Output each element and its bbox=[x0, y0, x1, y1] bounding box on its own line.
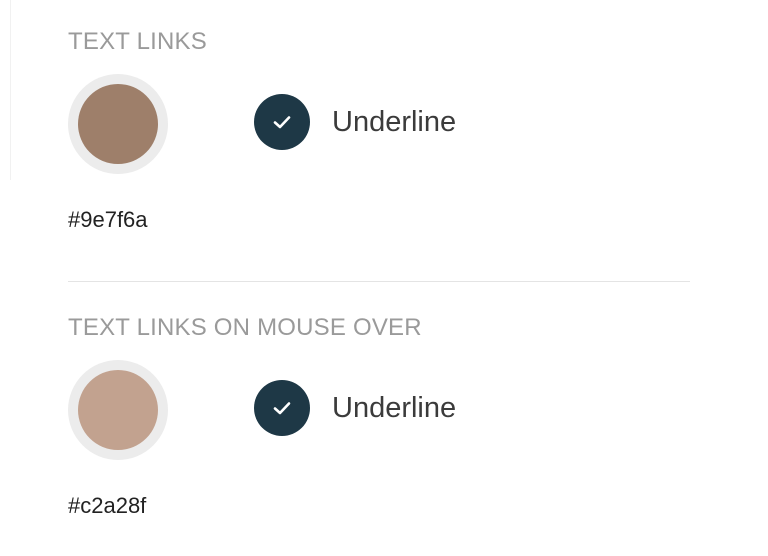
text-links-hover-color-swatch[interactable] bbox=[68, 360, 168, 460]
text-links-hover-title: TEXT LINKS ON MOUSE OVER bbox=[68, 314, 422, 341]
text-links-color-fill bbox=[78, 84, 158, 164]
text-links-hover-underline-checkbox[interactable] bbox=[254, 380, 310, 436]
text-links-hover-hex-value: #c2a28f bbox=[68, 493, 147, 518]
panel-edge bbox=[0, 0, 11, 180]
text-links-underline-checkbox[interactable] bbox=[254, 94, 310, 150]
link-style-settings: TEXT LINKS Underline #9e7f6a TEXT LINKS … bbox=[0, 0, 768, 556]
text-links-title: TEXT LINKS bbox=[68, 28, 207, 55]
checkmark-icon bbox=[273, 116, 291, 129]
text-links-underline-label[interactable]: Underline bbox=[332, 106, 456, 139]
text-links-hex-value: #9e7f6a bbox=[68, 207, 148, 232]
text-links-hover-color-fill bbox=[78, 370, 158, 450]
text-links-hover-underline-label[interactable]: Underline bbox=[332, 392, 456, 425]
text-links-color-swatch[interactable] bbox=[68, 74, 168, 174]
checkmark-icon bbox=[273, 402, 291, 415]
section-divider bbox=[68, 281, 690, 282]
